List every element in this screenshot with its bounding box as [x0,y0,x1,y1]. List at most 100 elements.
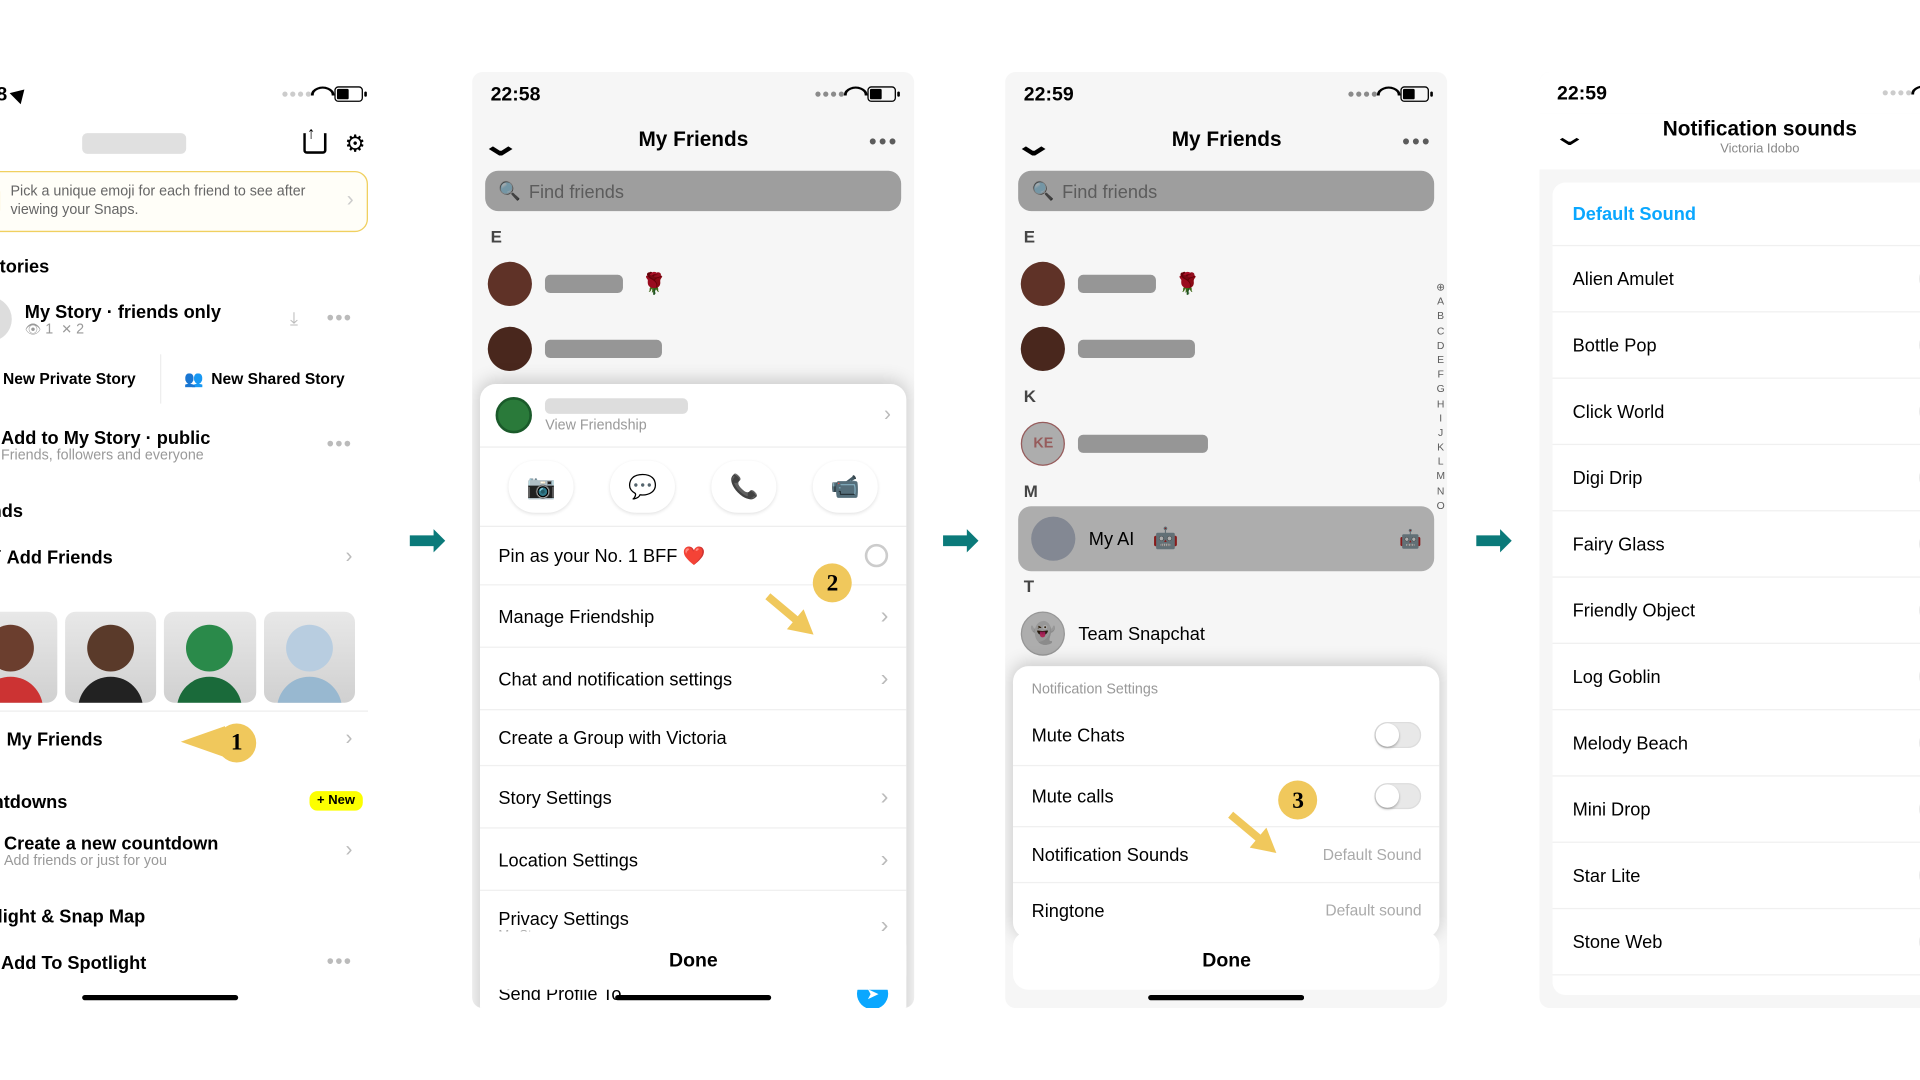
chat-icon: 💬 [628,473,657,500]
create-countdown-row[interactable]: Create a new countdown Add friends or ju… [0,819,368,881]
chevron-right-icon [346,545,353,568]
sound-option[interactable]: Fairy Glass▶ [1552,512,1920,578]
chevron-down-icon[interactable]: ⌄ [480,127,522,165]
sound-option[interactable]: Melody Beach▶ [1552,711,1920,777]
screen-sounds: 22:59 ⌄ Notification sounds Victoria Ido… [1539,72,1920,1008]
sound-label: Star Lite [1573,865,1641,886]
home-indicator [615,995,771,1000]
tip-text: Pick a unique emoji for each friend to s… [11,183,337,220]
done-button[interactable]: Done [480,931,906,990]
add-story-sub: Friends, followers and everyone [1,447,314,463]
chevron-down-icon[interactable]: ⌄ [1013,127,1055,165]
chevron-right-icon [346,727,353,750]
sound-option[interactable]: Stone Web▶ [1552,909,1920,975]
chevron-right-icon [881,846,889,873]
chat-button[interactable]: 💬 [610,461,675,513]
more-icon[interactable]: ••• [1402,132,1432,155]
location-settings-row[interactable]: Location Settings [480,829,906,891]
video-button[interactable]: 📹 [813,461,878,513]
screen-profile: 22:58 ‹ 😊 Pick a unique emoji for each f… [0,72,381,1008]
bitmoji-avatar [496,397,532,433]
sound-option[interactable]: Bottle Pop▶ [1552,313,1920,379]
sound-option[interactable]: Techno Zone▶ [1552,976,1920,995]
team-snapchat-label: Team Snapchat [1078,623,1204,644]
my-friends-label: My Friends [7,729,103,750]
done-button[interactable]: Done [1013,931,1439,990]
countdown-sub: Add friends or just for you [4,853,332,869]
toggle-off[interactable] [1375,722,1422,748]
step-arrow-icon [407,513,446,568]
signal-icon [1882,90,1911,95]
chevron-right-icon [346,838,353,861]
signal-icon [282,92,311,97]
camera-icon: 📷 [527,473,556,500]
alpha-index[interactable]: ⊕ABCDEFGHIJKLMNO [1436,280,1445,513]
friend-action-sheet: View Friendship 📷 💬 📞 📹 Pin as your No. … [480,384,906,1008]
notif-sounds-value: Default Sound [1323,846,1422,864]
sound-option[interactable]: Star Lite▶ [1552,843,1920,909]
status-bar: 22:58 [0,72,381,116]
sound-label: Mini Drop [1573,799,1651,820]
more-icon[interactable]: ••• [869,132,899,155]
sound-option-default[interactable]: Default Sound✓ [1552,183,1920,247]
chevron-right-icon [881,665,889,692]
sound-option[interactable]: Click World▶ [1552,379,1920,445]
sound-option[interactable]: Mini Drop▶ [1552,777,1920,843]
tip-card[interactable]: 😊 Pick a unique emoji for each friend to… [0,171,368,232]
sheet-section-header: Notification Settings [1013,666,1439,705]
more-icon[interactable]: ••• [327,433,353,456]
ringtone-row[interactable]: RingtoneDefault sound [1013,883,1439,938]
mute-chats-row[interactable]: Mute Chats [1013,705,1439,766]
add-spotlight-row[interactable]: ◎ Add To Spotlight ••• [0,933,368,990]
settings-icon[interactable] [345,130,366,157]
mute-calls-row[interactable]: Mute calls [1013,766,1439,827]
chat-notification-row[interactable]: Chat and notification settings [480,648,906,710]
location-icon [12,83,28,105]
sound-label: Alien Amulet [1573,269,1674,290]
add-to-story-row[interactable]: ◎ Add to My Story · public Friends, foll… [0,413,368,475]
add-friends-row[interactable]: Add Friends [0,528,368,585]
toggle-off[interactable] [1375,783,1422,809]
chevron-down-icon[interactable]: ⌄ [1550,119,1588,153]
snap-button[interactable]: 📷 [509,461,574,513]
my-story-row[interactable]: My Story · friends only 👁 1 ✕ 2 ⤓ ••• [0,283,368,353]
step-arrow-icon [1474,513,1513,568]
search-icon: 🔍 [498,180,521,202]
notification-sounds-row[interactable]: Notification SoundsDefault Sound [1013,827,1439,883]
download-icon[interactable]: ⤓ [290,307,298,329]
section-spotlight: Spotlight & Snap Map [0,892,381,934]
sound-label: Log Goblin [1573,666,1661,687]
sound-option[interactable]: Log Goblin▶ [1552,644,1920,710]
sound-option[interactable]: Digi Drip▶ [1552,445,1920,511]
my-story-stats: 👁 1 ✕ 2 [25,321,277,337]
page-title: My Friends [1172,129,1282,151]
status-time: 22:58 [0,83,7,105]
create-group-row[interactable]: Create a Group with Victoria [480,710,906,766]
new-shared-story[interactable]: 👥New Shared Story [160,354,369,403]
more-icon[interactable]: ••• [327,307,353,330]
callout-1: 1 [217,723,256,762]
search-input[interactable]: 🔍Find friends [1019,171,1435,211]
ringtone-value: Default sound [1325,901,1421,919]
friend-item[interactable]: 🌹 [472,251,914,316]
sound-option[interactable]: Friendly Object▶ [1552,578,1920,644]
nav-bar: ‹ [0,116,381,171]
friend-avatars [0,595,368,709]
new-private-story[interactable]: 🔒New Private Story [0,354,160,403]
chevron-right-icon [881,602,889,629]
radio-empty-icon [865,544,888,567]
section-countdowns: Countdowns+ New [0,777,381,819]
sound-option[interactable]: Alien Amulet▶ [1552,246,1920,312]
sound-label: Stone Web [1573,932,1663,953]
friend-item[interactable] [472,316,914,381]
search-icon: 🔍 [1032,180,1055,202]
view-friendship-row[interactable]: View Friendship [480,384,906,448]
sound-label: Bottle Pop [1573,335,1657,356]
share-icon[interactable] [303,130,326,157]
story-settings-row[interactable]: Story Settings [480,766,906,828]
more-icon[interactable]: ••• [327,950,353,973]
call-button[interactable]: 📞 [712,461,777,513]
search-input[interactable]: 🔍Find friends [485,171,901,211]
wifi-icon [314,81,332,107]
chevron-right-icon: › [347,189,354,212]
